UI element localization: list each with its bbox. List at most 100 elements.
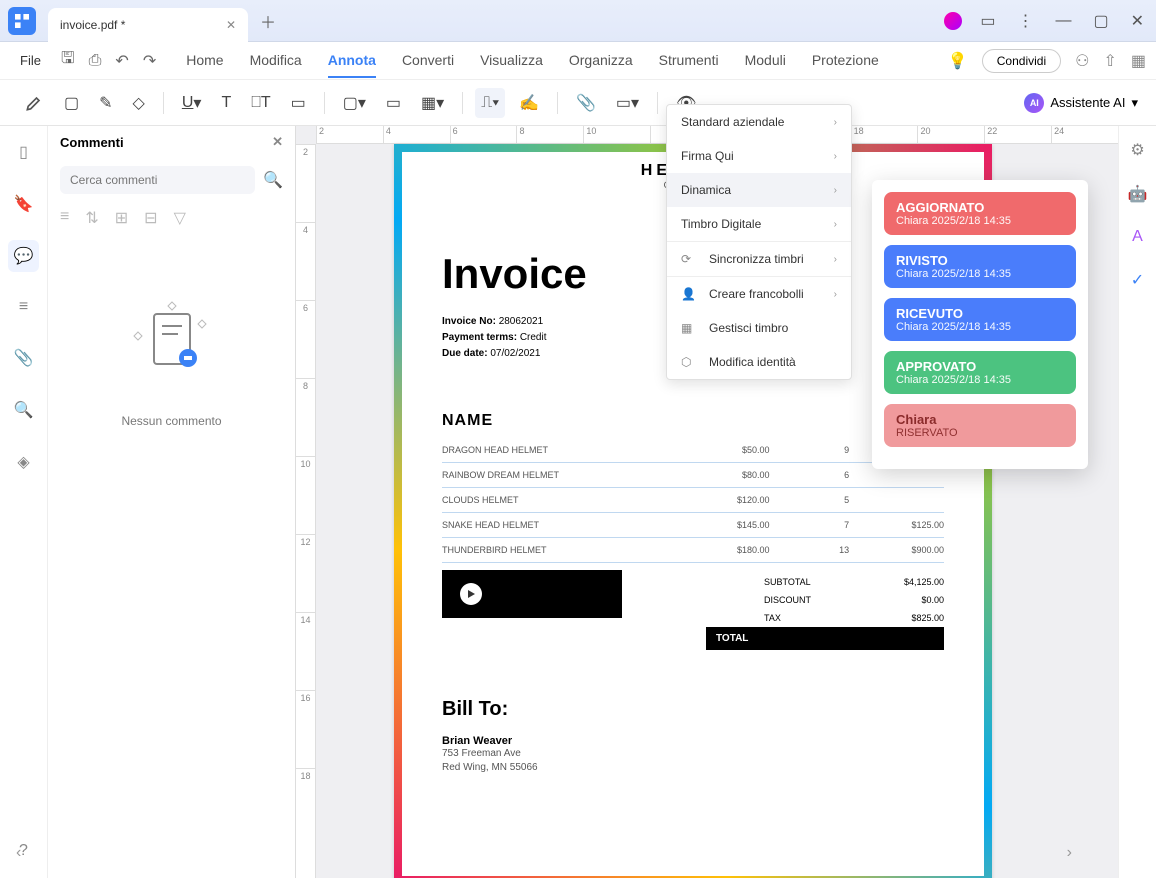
stamp-ricevuto[interactable]: RICEVUTOChiara 2025/2/18 14:35 xyxy=(884,298,1076,341)
invoice-totals: SUBTOTAL$4,125.00 DISCOUNT$0.00 TAX$825.… xyxy=(764,573,944,627)
table-row: THUNDERBIRD HELMET$180.0013$900.00 xyxy=(442,538,944,563)
page-thumb-icon[interactable]: ▯ xyxy=(13,136,34,168)
checkmark-icon[interactable]: ✓ xyxy=(1127,266,1148,294)
stamp-item-standard[interactable]: Standard aziendale› xyxy=(667,105,851,139)
stamp-aggiornato[interactable]: AGGIORNATOChiara 2025/2/18 14:35 xyxy=(884,192,1076,235)
invoice-table: DRAGON HEAD HELMET$50.009 RAINBOW DREAM … xyxy=(442,438,944,563)
note-tool-icon[interactable]: ▢ xyxy=(58,87,85,119)
bill-to-title: Bill To: xyxy=(442,698,944,721)
filter-1-icon[interactable]: ⇅ xyxy=(85,208,98,228)
undo-icon[interactable]: ↶ xyxy=(111,47,132,75)
lightbulb-icon[interactable]: 💡 xyxy=(948,51,968,71)
tab-annota[interactable]: Annota xyxy=(328,44,376,78)
message-icon[interactable]: ▭ xyxy=(976,7,999,35)
search-button-icon[interactable]: 🔍 xyxy=(263,170,283,190)
ai-assistant-button[interactable]: AI Assistente AI ▾ xyxy=(1024,93,1138,113)
tab-modifica[interactable]: Modifica xyxy=(250,44,302,78)
cloud-upload-icon[interactable]: ⇧ xyxy=(1103,51,1116,71)
app-logo-icon xyxy=(8,7,36,35)
document-tab[interactable]: invoice.pdf * ✕ xyxy=(48,8,248,42)
print-icon[interactable]: ⎙ xyxy=(85,48,106,74)
bookmark-icon[interactable]: 🔖 xyxy=(8,188,40,220)
ai-chat-icon[interactable]: 🤖 xyxy=(1124,180,1152,208)
layers-icon[interactable]: ◈ xyxy=(11,446,35,478)
comment-tool-icon[interactable]: ▭ xyxy=(380,87,407,119)
table-row: SNAKE HEAD HELMET$145.007$125.00 xyxy=(442,513,944,538)
comment-panel-icon[interactable]: 💬 xyxy=(8,240,40,272)
right-sidebar: ⚙ 🤖 A ✓ xyxy=(1118,126,1156,878)
callout-tool-icon[interactable]: ▭ xyxy=(285,87,312,119)
underline-tool-icon[interactable]: U▾ xyxy=(176,87,208,119)
tab-protezione[interactable]: Protezione xyxy=(812,44,879,78)
tab-home[interactable]: Home xyxy=(186,44,223,78)
textbox-tool-icon[interactable]: ⎕T xyxy=(245,88,276,118)
file-menu[interactable]: File xyxy=(10,47,51,74)
panel-close-icon[interactable]: ✕ xyxy=(272,134,283,150)
save-icon[interactable]: 🖫 xyxy=(57,43,79,78)
table-row: RAINBOW DREAM HELMET$80.006 xyxy=(442,463,944,488)
share-button[interactable]: Condividi xyxy=(982,49,1061,73)
filter-3-icon[interactable]: ⊟ xyxy=(144,208,157,228)
stamp-item-manage[interactable]: ▦Gestisci timbro xyxy=(667,311,851,345)
hierarchy-icon[interactable]: ⚇ xyxy=(1075,51,1089,71)
add-tab-button[interactable]: ＋ xyxy=(260,9,276,33)
tab-moduli[interactable]: Moduli xyxy=(745,44,786,78)
menu-tabs: Home Modifica Annota Converti Visualizza… xyxy=(186,44,879,78)
user-avatar-icon[interactable] xyxy=(944,12,962,30)
form-tool-icon[interactable]: ▭▾ xyxy=(610,87,645,119)
no-comments-label: Nessun commento xyxy=(121,414,221,428)
shape-tool-icon[interactable]: ▢▾ xyxy=(337,87,372,119)
stamp-preview-panel: AGGIORNATOChiara 2025/2/18 14:35 RIVISTO… xyxy=(872,180,1088,469)
kebab-menu-icon[interactable]: ⋮ xyxy=(1013,7,1037,35)
window-controls: ▭ ⋮ — ▢ ✕ xyxy=(944,7,1148,35)
titlebar: invoice.pdf * ✕ ＋ ▭ ⋮ — ▢ ✕ xyxy=(0,0,1156,42)
tab-organizza[interactable]: Organizza xyxy=(569,44,633,78)
search-comments-input[interactable] xyxy=(60,166,255,194)
sort-icon[interactable]: ≡ xyxy=(60,208,69,228)
redo-icon[interactable]: ↷ xyxy=(139,47,160,75)
ai-badge-icon: AI xyxy=(1024,93,1044,113)
pencil-tool-icon[interactable]: ✎ xyxy=(93,87,118,119)
tab-converti[interactable]: Converti xyxy=(402,44,454,78)
embedded-video[interactable] xyxy=(442,570,622,618)
attachment-panel-icon[interactable]: 📎 xyxy=(8,342,40,374)
filter-funnel-icon[interactable]: ▽ xyxy=(174,208,186,228)
text-tool-icon[interactable]: T xyxy=(215,88,237,118)
table-row: CLOUDS HELMET$120.005 xyxy=(442,488,944,513)
stamp-item-firma[interactable]: Firma Qui› xyxy=(667,139,851,173)
properties-icon[interactable]: ⚙ xyxy=(1126,136,1148,164)
stamp-item-digitale[interactable]: Timbro Digitale› xyxy=(667,207,851,241)
bill-to-address-1: 753 Freeman Ave xyxy=(442,747,944,761)
close-window-icon[interactable]: ✕ xyxy=(1127,7,1148,35)
stamp-riservato[interactable]: ChiaraRISERVATO xyxy=(884,404,1076,447)
highlight-tool-icon[interactable] xyxy=(18,87,50,119)
tab-visualizza[interactable]: Visualizza xyxy=(480,44,543,78)
stamp-approvato[interactable]: APPROVATOChiara 2025/2/18 14:35 xyxy=(884,351,1076,394)
chevron-down-icon: ▾ xyxy=(1131,95,1138,111)
attachment-tool-icon[interactable]: 📎 xyxy=(570,87,602,119)
stamp-tool-icon[interactable]: ⎍▾ xyxy=(475,88,505,118)
signature-tool-icon[interactable]: ✍ xyxy=(513,87,545,119)
stamp-rivisto[interactable]: RIVISTOChiara 2025/2/18 14:35 xyxy=(884,245,1076,288)
stamp-item-sync[interactable]: ⟳Sincronizza timbri› xyxy=(667,242,851,276)
filter-2-icon[interactable]: ⊞ xyxy=(115,208,128,228)
eraser-tool-icon[interactable]: ◇ xyxy=(127,87,151,119)
stamp-item-create[interactable]: 👤Creare francobolli› xyxy=(667,277,851,311)
search-icon[interactable]: 🔍 xyxy=(8,394,40,426)
next-page-icon[interactable]: › xyxy=(1067,844,1072,862)
stamp-item-identity[interactable]: ⬡Modifica identità xyxy=(667,345,851,379)
measure-tool-icon[interactable]: ▦▾ xyxy=(415,87,450,119)
minimize-icon[interactable]: — xyxy=(1051,8,1075,34)
prev-page-icon[interactable]: ‹ xyxy=(16,844,21,862)
close-tab-icon[interactable]: ✕ xyxy=(226,18,236,32)
play-icon xyxy=(460,583,482,605)
list-icon[interactable]: ≡ xyxy=(13,292,34,322)
stamp-item-dinamica[interactable]: Dinamica› xyxy=(667,173,851,207)
maximize-icon[interactable]: ▢ xyxy=(1089,7,1112,35)
tab-strumenti[interactable]: Strumenti xyxy=(659,44,719,78)
user-plus-icon: 👤 xyxy=(681,287,699,301)
panel-title: Commenti xyxy=(60,135,124,150)
empty-document-icon xyxy=(122,294,222,394)
ai-tool-icon[interactable]: A xyxy=(1128,224,1147,250)
app-grid-icon[interactable]: ▦ xyxy=(1131,51,1146,71)
